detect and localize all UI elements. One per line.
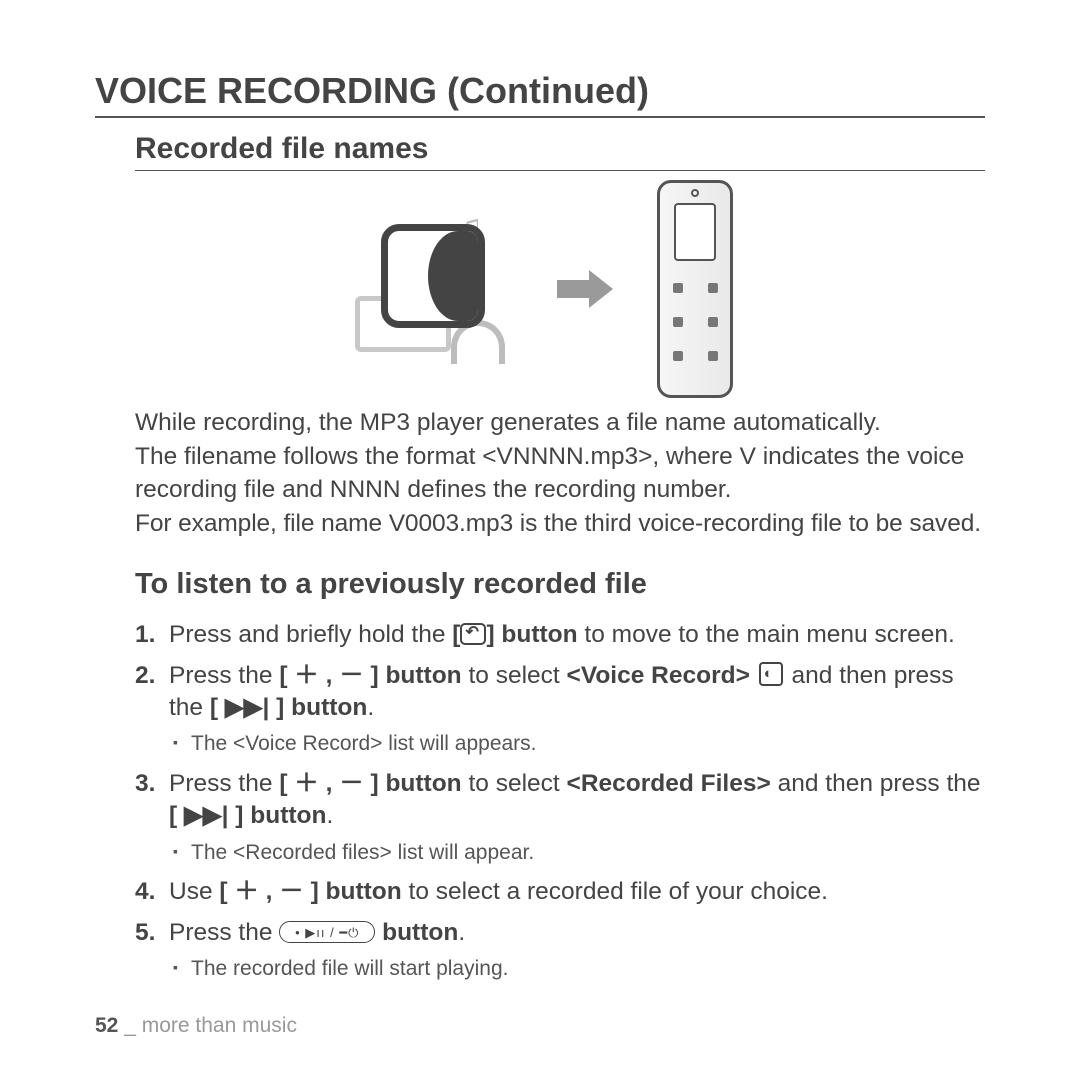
back-button-icon <box>460 623 486 645</box>
voice-record-icon <box>759 662 783 686</box>
footer-section: more than music <box>142 1014 297 1037</box>
section-listen-previous: To listen to a previously recorded file <box>135 568 985 601</box>
step-2-note: The <Voice Record> list will appears. <box>173 730 985 758</box>
mp3-player-illustration <box>657 180 733 398</box>
page-title: VOICE RECORDING (Continued) <box>95 70 985 118</box>
section-recorded-file-names: Recorded file names <box>135 132 985 171</box>
page-footer: 52 _ more than music <box>95 1014 297 1038</box>
instruction-list: Press and briefly hold the [] button to … <box>135 619 985 982</box>
step-1: Press and briefly hold the [] button to … <box>135 619 985 651</box>
intro-paragraph-3: For example, file name V0003.mp3 is the … <box>135 508 985 540</box>
step-3: Press the [ ＋ , － ] button to select <Re… <box>135 768 985 866</box>
illustration-row: ♫ <box>95 189 985 389</box>
arrow-right-icon <box>557 270 617 308</box>
step-4: Use [ ＋ , － ] button to select a recorde… <box>135 876 985 908</box>
step-3-note: The <Recorded files> list will appear. <box>173 839 985 867</box>
step-5-note: The recorded file will start playing. <box>173 955 985 983</box>
play-pause-power-button-icon <box>279 921 375 943</box>
intro-paragraph-2: The filename follows the format <VNNNN.m… <box>135 441 985 506</box>
intro-paragraph-1: While recording, the MP3 player generate… <box>135 407 985 439</box>
step-2: Press the [ ＋ , － ] button to select <Vo… <box>135 660 985 758</box>
step-5: Press the button. The recorded file will… <box>135 917 985 983</box>
voice-record-illustration: ♫ <box>347 204 517 374</box>
page-number: 52 <box>95 1014 118 1037</box>
